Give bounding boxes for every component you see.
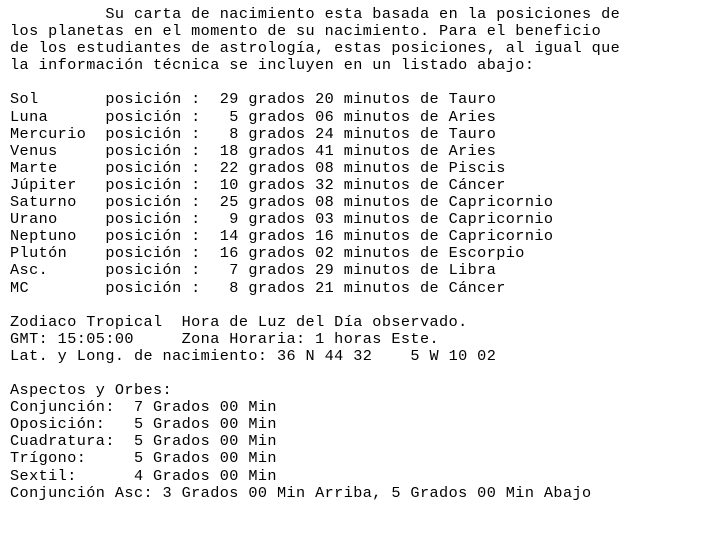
- position-row-marte: Marte posición : 22 grados 08 minutos de…: [10, 158, 506, 177]
- spacer-after-positions: [10, 297, 708, 314]
- spacer-after-technical: [10, 365, 708, 382]
- aspect-row-conjuncion-asc: Conjunción Asc: 3 Grados 00 Min Arriba, …: [10, 483, 592, 502]
- intro-line-4: la información técnica se incluyen en un…: [10, 56, 535, 75]
- aspect-row-cuadratura: Cuadratura: 5 Grados 00 Min: [10, 432, 277, 451]
- intro-line-3: de los estudiantes de astrología, estas …: [10, 39, 621, 58]
- spacer-after-intro: [10, 74, 708, 91]
- aspect-row-oposicion: Oposición: 5 Grados 00 Min: [10, 415, 277, 434]
- aspect-row-sextil: Sextil: 4 Grados 00 Min: [10, 466, 277, 485]
- position-row-asc: Asc. posición : 7 grados 29 minutos de L…: [10, 261, 497, 280]
- aspect-row-conjuncion: Conjunción: 7 Grados 00 Min: [10, 398, 277, 417]
- technical-line-latlong: Lat. y Long. de nacimiento: 36 N 44 32 5…: [10, 346, 497, 365]
- position-row-jupiter: Júpiter posición : 10 grados 32 minutos …: [10, 175, 506, 194]
- technical-line-zodiac: Zodiaco Tropical Hora de Luz del Día obs…: [10, 312, 468, 331]
- position-row-neptuno: Neptuno posición : 14 grados 16 minutos …: [10, 227, 554, 246]
- position-row-venus: Venus posición : 18 grados 41 minutos de…: [10, 141, 497, 160]
- aspect-row-trigono: Trígono: 5 Grados 00 Min: [10, 449, 277, 468]
- position-row-luna: Luna posición : 5 grados 06 minutos de A…: [10, 107, 497, 126]
- position-row-urano: Urano posición : 9 grados 03 minutos de …: [10, 210, 554, 229]
- aspects-heading: Aspectos y Orbes:: [10, 381, 173, 400]
- position-row-sol: Sol posición : 29 grados 20 minutos de T…: [10, 90, 497, 109]
- intro-line-1: Su carta de nacimiento esta basada en la…: [105, 5, 621, 23]
- position-row-saturno: Saturno posición : 25 grados 08 minutos …: [10, 193, 554, 212]
- position-row-mc: MC posición : 8 grados 21 minutos de Cán…: [10, 278, 506, 297]
- report-page: Su carta de nacimiento esta basada en la…: [0, 0, 708, 534]
- position-row-pluton: Plutón posición : 16 grados 02 minutos d…: [10, 244, 525, 263]
- intro-line-2: los planetas en el momento de su nacimie…: [10, 22, 602, 41]
- technical-line-gmt: GMT: 15:05:00 Zona Horaria: 1 horas Este…: [10, 329, 440, 348]
- position-row-mercurio: Mercurio posición : 8 grados 24 minutos …: [10, 124, 497, 143]
- birth-chart-report-text: Su carta de nacimiento esta basada en la…: [10, 5, 708, 502]
